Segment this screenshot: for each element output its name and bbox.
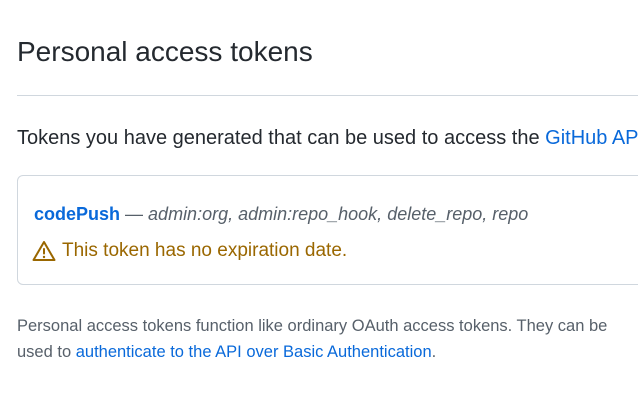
basic-auth-link[interactable]: authenticate to the API over Basic Authe… <box>76 343 432 361</box>
intro-label: Tokens you have generated that can be us… <box>17 127 546 149</box>
token-list-item: codePush — admin:org, admin:repo_hook, d… <box>17 175 638 285</box>
footer-prefix: used to <box>17 343 76 361</box>
token-separator: — <box>120 204 149 224</box>
footer-note: Personal access tokens function like ord… <box>17 313 607 365</box>
footer-suffix: . <box>431 343 437 361</box>
github-api-link[interactable]: GitHub API <box>545 127 638 149</box>
token-description: codePush — admin:org, admin:repo_hook, d… <box>34 202 528 226</box>
warning-text: This token has no expiration date. <box>62 240 348 261</box>
tokens-page: Personal access tokens Tokens you have g… <box>0 0 638 406</box>
intro-text: Tokens you have generated that can be us… <box>17 125 638 151</box>
token-scopes: admin:org, admin:repo_hook, delete_repo,… <box>148 204 529 224</box>
footer-line-2: used to authenticate to the API over Bas… <box>17 339 607 365</box>
token-expiration-warning: This token has no expiration date. <box>32 239 347 263</box>
token-name-link[interactable]: codePush <box>34 204 120 224</box>
alert-icon <box>32 240 56 262</box>
title-divider <box>17 95 638 96</box>
footer-line-1: Personal access tokens function like ord… <box>17 317 608 335</box>
page-title: Personal access tokens <box>17 36 313 67</box>
